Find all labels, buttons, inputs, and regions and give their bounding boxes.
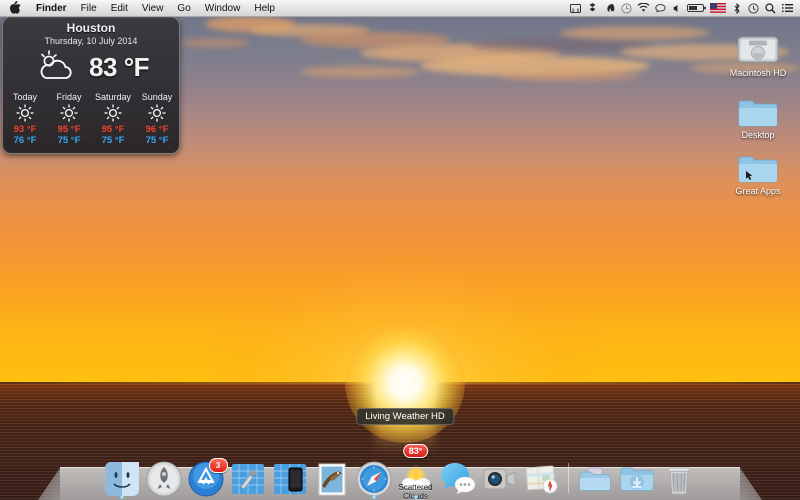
- running-indicator: [414, 495, 418, 499]
- desktop-screen: Finder File Edit View Go Window Help: [0, 0, 800, 500]
- weather-app-icon: 83° Scattered Clouds: [397, 460, 435, 498]
- forecast-high: 96 °F: [135, 124, 179, 135]
- maps-icon: [523, 460, 561, 498]
- downloads-folder-icon: [618, 460, 656, 498]
- menu-window[interactable]: Window: [198, 1, 248, 16]
- menu-go[interactable]: Go: [170, 1, 197, 16]
- forecast-day[interactable]: Saturday 95 °F 75 °F: [91, 92, 135, 146]
- finder-icon: [103, 460, 141, 498]
- dock: 3: [0, 448, 800, 500]
- partly-cloudy-icon: [33, 48, 79, 87]
- menu-help[interactable]: Help: [247, 1, 282, 16]
- app-store-icon: 3: [187, 460, 225, 498]
- menu-bar-left: Finder File Edit View Go Window Help: [0, 1, 282, 16]
- forecast-day[interactable]: Today 93 °F 76 °F: [3, 92, 47, 146]
- forecast-day[interactable]: Friday 95 °F 75 °F: [47, 92, 91, 146]
- dock-item-simulator[interactable]: [270, 454, 310, 498]
- dock-item-finder[interactable]: [102, 454, 142, 498]
- forecast-day[interactable]: Sunday 96 °F 75 °F: [135, 92, 179, 146]
- desktop-icon-desktop[interactable]: Desktop: [721, 84, 795, 141]
- spotlight-search-icon[interactable]: [762, 1, 779, 16]
- weather-date: Thursday, 10 July 2014: [3, 36, 179, 46]
- forecast-low: 75 °F: [135, 135, 179, 146]
- forecast-day-name: Friday: [47, 92, 91, 102]
- forecast-day-name: Sunday: [135, 92, 179, 102]
- forecast-day-name: Today: [3, 92, 47, 102]
- folder-alias-icon: [721, 140, 795, 184]
- forecast-high: 95 °F: [91, 124, 135, 135]
- forecast-low: 75 °F: [47, 135, 91, 146]
- dock-item-messages[interactable]: [438, 454, 478, 498]
- battery-icon[interactable]: [686, 1, 708, 16]
- trash-icon: [660, 460, 698, 498]
- notification-center-icon[interactable]: [779, 1, 796, 16]
- desktop-icon-label: Macintosh HD: [721, 68, 795, 79]
- messages-icon: [439, 460, 477, 498]
- documents-stack-icon: [576, 460, 614, 498]
- dropbox-icon[interactable]: [584, 1, 601, 16]
- clock-icon[interactable]: [745, 1, 762, 16]
- desktop-icon-label: Great Apps: [721, 186, 795, 197]
- forecast-low: 76 °F: [3, 135, 47, 146]
- sun-icon: [135, 103, 179, 123]
- menu-finder[interactable]: Finder: [29, 1, 74, 16]
- simulator-icon: [271, 460, 309, 498]
- hard-drive-icon: [721, 22, 795, 66]
- sun-icon: [47, 103, 91, 123]
- sun-icon: [3, 103, 47, 123]
- dock-item-app-store[interactable]: 3: [186, 454, 226, 498]
- menu-view[interactable]: View: [135, 1, 171, 16]
- forecast-day-name: Saturday: [91, 92, 135, 102]
- screen-sharing-icon[interactable]: [567, 1, 584, 16]
- desktop-icon-macintosh-hd[interactable]: Macintosh HD: [721, 22, 795, 79]
- weather-current: 83 °F: [3, 48, 179, 87]
- dock-tooltip: Living Weather HD: [356, 408, 454, 425]
- wifi-icon[interactable]: [635, 1, 652, 16]
- running-indicator: [120, 495, 124, 499]
- dock-item-downloads[interactable]: [617, 454, 657, 498]
- volume-icon[interactable]: [669, 1, 686, 16]
- dock-item-documents[interactable]: [575, 454, 615, 498]
- launchpad-icon: [145, 460, 183, 498]
- dock-item-maps[interactable]: [522, 454, 562, 498]
- xcode-icon: [229, 460, 267, 498]
- dock-item-facetime[interactable]: [480, 454, 520, 498]
- apple-menu-icon[interactable]: [6, 1, 29, 16]
- dock-items: 3: [0, 450, 800, 498]
- messages-status-icon[interactable]: [652, 1, 669, 16]
- weather-forecast: Today 93 °F 76 °F Friday 95 °F 75 °F Sat…: [3, 92, 179, 146]
- dock-separator: [564, 458, 573, 498]
- weather-temp-badge: 83°: [403, 444, 429, 458]
- mail-stamp-icon: [313, 460, 351, 498]
- dock-item-mail[interactable]: [312, 454, 352, 498]
- forecast-high: 93 °F: [3, 124, 47, 135]
- running-indicator: [372, 495, 376, 499]
- input-flag-icon[interactable]: [708, 1, 728, 16]
- evernote-icon[interactable]: [601, 1, 618, 16]
- menu-file[interactable]: File: [74, 1, 104, 16]
- menu-edit[interactable]: Edit: [104, 1, 135, 16]
- forecast-low: 75 °F: [91, 135, 135, 146]
- sun: [345, 323, 465, 443]
- folder-icon: [721, 84, 795, 128]
- sun-icon: [91, 103, 135, 123]
- menu-bar: Finder File Edit View Go Window Help: [0, 0, 800, 17]
- menu-bar-status-area: [567, 1, 800, 16]
- app-store-badge: 3: [209, 458, 228, 473]
- desktop-icon-great-apps[interactable]: Great Apps: [721, 140, 795, 197]
- dock-item-xcode[interactable]: [228, 454, 268, 498]
- weather-city: Houston: [3, 21, 179, 35]
- bluetooth-icon[interactable]: [728, 1, 745, 16]
- dock-item-launchpad[interactable]: [144, 454, 184, 498]
- time-machine-icon[interactable]: [618, 1, 635, 16]
- dock-item-trash[interactable]: [659, 454, 699, 498]
- dock-item-living-weather[interactable]: 83° Scattered Clouds: [396, 454, 436, 498]
- weather-temperature: 83 °F: [89, 52, 149, 83]
- facetime-icon: [481, 460, 519, 498]
- forecast-high: 95 °F: [47, 124, 91, 135]
- weather-widget[interactable]: Houston Thursday, 10 July 2014 83 °F Tod…: [2, 16, 180, 154]
